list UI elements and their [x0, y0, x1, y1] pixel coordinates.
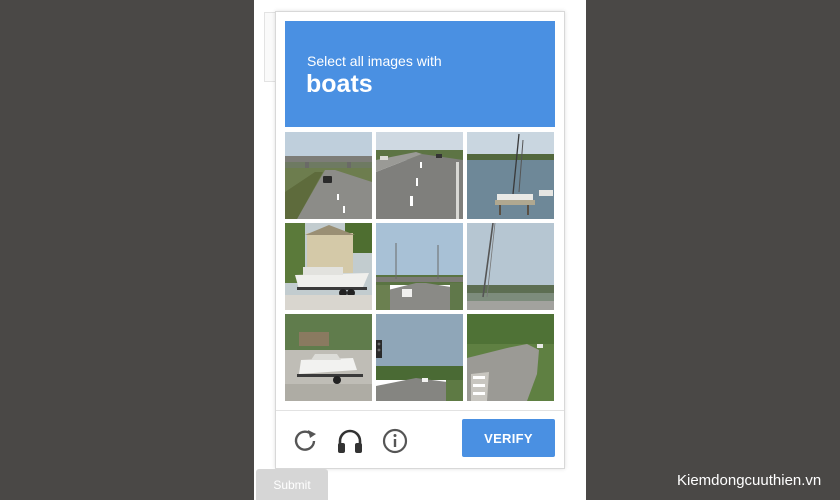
image-tile-3[interactable]	[467, 132, 554, 219]
captcha-challenge-dialog: Select all images with boats VERIFY	[275, 11, 565, 469]
challenge-instruction: Select all images with	[307, 53, 442, 69]
image-tile-5[interactable]	[376, 223, 463, 310]
submit-button[interactable]: Submit	[256, 469, 328, 500]
image-tile-1[interactable]	[285, 132, 372, 219]
image-tile-6[interactable]	[467, 223, 554, 310]
image-tile-9[interactable]	[467, 314, 554, 401]
image-tile-7[interactable]	[285, 314, 372, 401]
headphones-icon[interactable]	[333, 424, 367, 458]
challenge-header: Select all images with boats	[285, 21, 555, 127]
image-tile-2[interactable]	[376, 132, 463, 219]
footer-divider	[276, 410, 564, 411]
image-tile-8[interactable]	[376, 314, 463, 401]
reload-icon[interactable]	[288, 424, 322, 458]
verify-button[interactable]: VERIFY	[462, 419, 555, 457]
image-tile-4[interactable]	[285, 223, 372, 310]
info-icon[interactable]	[378, 424, 412, 458]
watermark-text: Kiemdongcuuthien.vn	[677, 472, 822, 489]
challenge-target: boats	[306, 70, 373, 98]
